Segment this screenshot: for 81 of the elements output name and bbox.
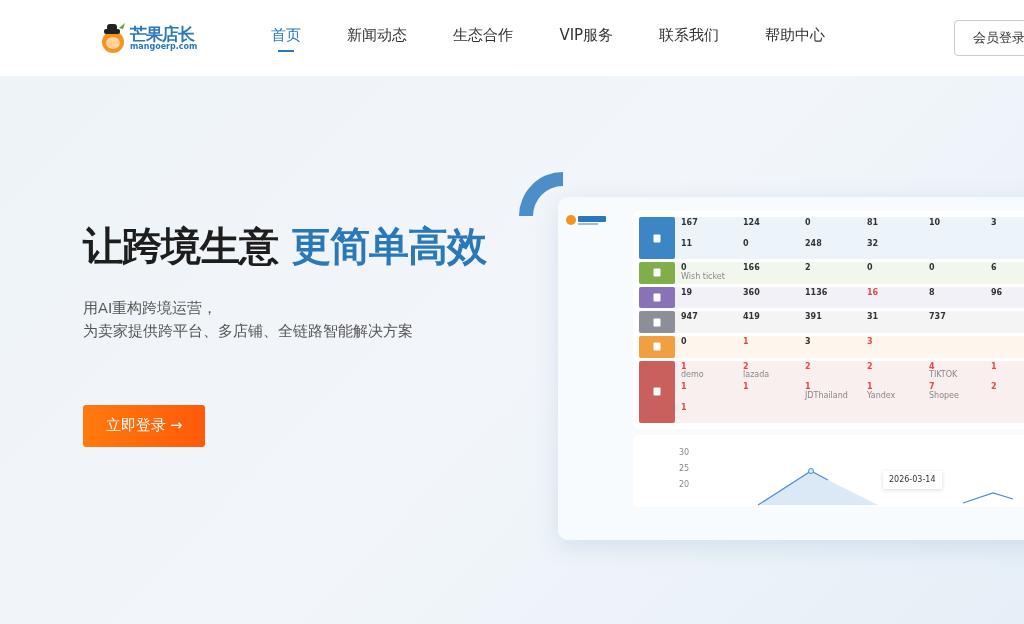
stat-value: 31: [867, 313, 880, 323]
stat-value: 1136: [805, 288, 829, 298]
stat-value: 0: [681, 337, 688, 347]
stat-value: 0: [743, 239, 750, 249]
stat-value: 2: [805, 264, 812, 273]
stat-value: 19: [681, 288, 694, 298]
login-button[interactable]: 会员登录: [954, 20, 1024, 56]
stat-value: 737: [929, 313, 947, 323]
category-icon: [653, 317, 661, 327]
stat-label: Wish ticket: [681, 273, 726, 282]
stat-value: 7: [929, 383, 935, 392]
logo-domain: mangoerp.com: [130, 42, 198, 51]
stat-value: 2: [991, 383, 998, 392]
stat-value: 3: [991, 219, 998, 228]
stat-value: 1: [681, 383, 688, 392]
stat-value: 32: [867, 239, 880, 249]
stat-value: 0: [681, 264, 687, 273]
stat-label: Yandex: [867, 391, 897, 401]
stat-value: 2: [867, 362, 874, 372]
category-tile[interactable]: [639, 360, 675, 424]
stat-label: Shopee: [929, 391, 960, 401]
axis-tick: 30: [679, 449, 690, 458]
stat-value: 1: [867, 383, 873, 392]
stat-value: 8: [929, 288, 936, 298]
stat-value: 96: [991, 288, 1004, 298]
category-tile[interactable]: [639, 286, 675, 309]
stat-value: 10: [929, 219, 942, 228]
stat-value: 1: [681, 362, 687, 371]
category-icon: [653, 233, 661, 243]
nav-tab[interactable]: 首页: [271, 17, 302, 59]
stat-value: 11: [681, 239, 694, 249]
stat-value: 1: [743, 337, 750, 347]
stat-value: 1: [743, 383, 750, 392]
category-icon: [653, 268, 661, 278]
mango-logo-icon: [100, 22, 126, 54]
category-icon: [653, 293, 661, 303]
stat-label: demo: [681, 371, 705, 381]
category-icon: [653, 342, 661, 352]
nav-tab[interactable]: 帮助中心: [765, 17, 826, 59]
stat-value: 1: [805, 383, 811, 392]
stat-value: 2: [743, 362, 749, 371]
nav-tab[interactable]: VIP服务: [559, 17, 614, 59]
category-tile[interactable]: [639, 335, 675, 358]
stat-value: 3: [805, 337, 812, 347]
axis-tick: 20: [679, 481, 690, 490]
stat-value: 3: [867, 337, 874, 347]
category-tile[interactable]: [639, 262, 675, 284]
stat-value: 6: [991, 264, 998, 273]
category-icon: [653, 387, 661, 397]
stat-value: 0: [929, 264, 936, 273]
stat-value: 81: [867, 219, 880, 228]
stat-value: 1: [991, 362, 998, 372]
stat-value: 248: [805, 239, 823, 249]
logo-text: 芒果店长: [130, 25, 195, 43]
category-tile[interactable]: [639, 217, 675, 260]
arc-shape: [519, 172, 563, 216]
subtitle: 用AI重构跨境运营， 为卖家提供跨平台、多店铺、全链路智能解决方案: [83, 299, 414, 341]
stat-label: lazada: [743, 371, 771, 381]
nav-tab[interactable]: 联系我们: [659, 17, 720, 59]
stat-value: 0: [867, 264, 874, 273]
stat-value: 124: [743, 219, 761, 228]
stat-value: 419: [743, 313, 761, 323]
chart-tooltip: 2026-03-14: [883, 471, 942, 490]
stat-value: 1: [681, 403, 688, 413]
nav-tab[interactable]: 生态合作: [453, 17, 514, 59]
stat-value: 166: [743, 264, 761, 273]
logo-icon: [566, 213, 608, 226]
category-tile[interactable]: [639, 311, 675, 333]
stat-value: 360: [743, 288, 761, 298]
stat-value: 167: [681, 219, 699, 228]
axis-tick: 25: [679, 465, 690, 474]
stat-value: 4: [929, 362, 935, 371]
nav-tab[interactable]: 新闻动态: [347, 17, 408, 59]
stat-value: 947: [681, 313, 699, 323]
stat-value: 0: [805, 219, 812, 228]
stat-value: 2: [805, 362, 812, 372]
stat-value: 391: [805, 313, 823, 323]
headline: 让跨境生意 更简单高效: [83, 222, 488, 271]
stat-value: 16: [867, 288, 880, 298]
stat-label: TIKTOK: [929, 371, 959, 381]
stat-label: JDThailand: [805, 391, 849, 401]
